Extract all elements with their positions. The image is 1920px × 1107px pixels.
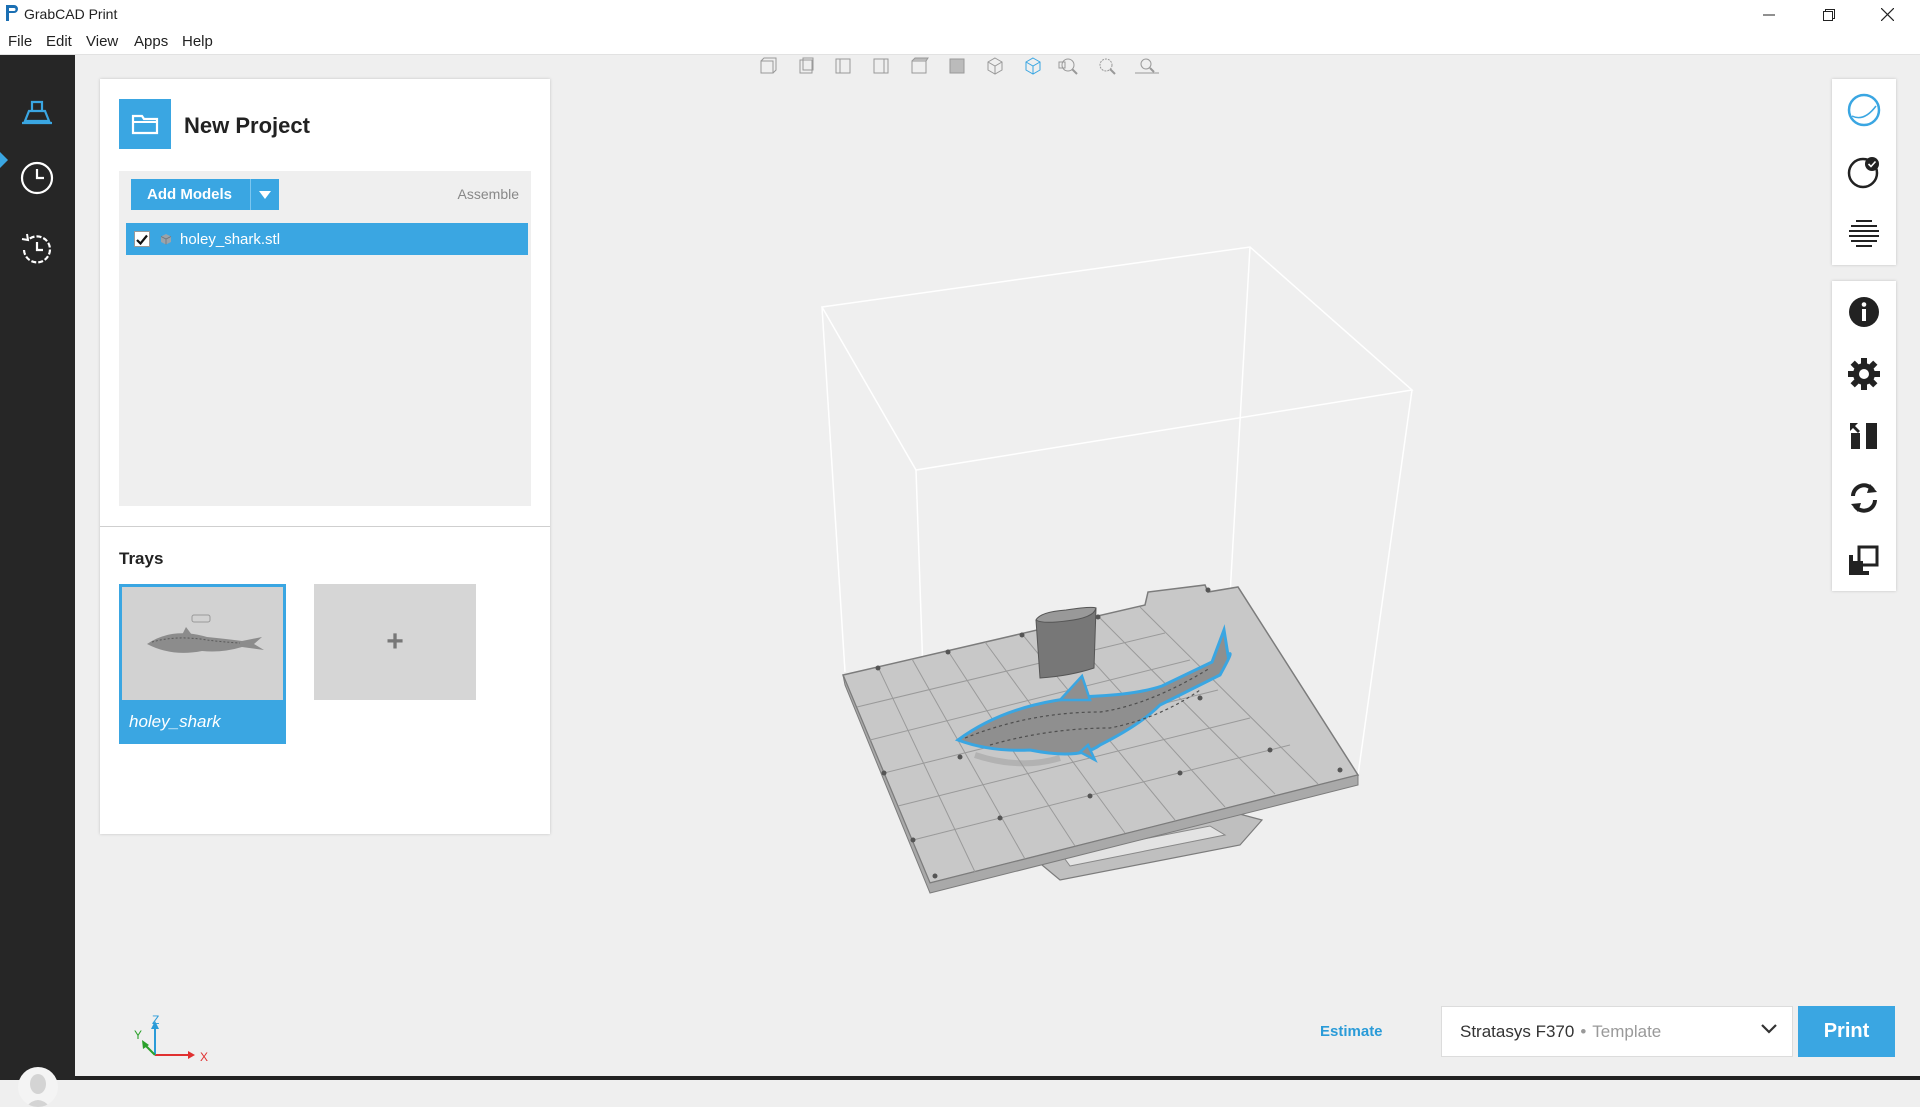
printer-name: Stratasys F370 (1460, 1021, 1575, 1041)
info-icon (1849, 297, 1879, 327)
printer-select[interactable]: Stratasys F370 • Template (1441, 1006, 1793, 1057)
slice-view-button[interactable] (1832, 203, 1896, 265)
scale-button[interactable] (1832, 529, 1896, 591)
view-mode-toolbar (1832, 79, 1896, 265)
axis-y-label: Y (134, 1028, 142, 1042)
tools-toolbar (1832, 281, 1896, 591)
scale-icon (1849, 545, 1879, 575)
model-view-button[interactable] (1832, 79, 1896, 141)
model-view-icon (1847, 93, 1881, 127)
chevron-down-icon (1761, 1024, 1777, 1034)
arrange-icon (1850, 423, 1877, 449)
print-button[interactable]: Print (1798, 1006, 1895, 1057)
purge-tower (1035, 606, 1097, 679)
rotate-button[interactable] (1832, 467, 1896, 529)
axis-x-label: X (200, 1050, 208, 1064)
arrange-button[interactable] (1832, 405, 1896, 467)
axes-indicator: X Y Z (134, 1015, 208, 1064)
slice-view-icon (1849, 220, 1879, 247)
printer-template: Template (1592, 1021, 1662, 1041)
viewport-3d[interactable] (0, 0, 1920, 1080)
model-view-check-icon (1847, 157, 1879, 189)
axis-z-label: Z (152, 1015, 159, 1027)
bottom-border (75, 1076, 1920, 1080)
estimate-link[interactable]: Estimate (1320, 1023, 1383, 1040)
settings-icon (1848, 358, 1880, 390)
model-view-check-button[interactable] (1832, 141, 1896, 203)
printer-separator: • (1580, 1021, 1587, 1041)
rotate-icon (1851, 483, 1877, 513)
settings-button[interactable] (1832, 343, 1896, 405)
info-button[interactable] (1832, 281, 1896, 343)
